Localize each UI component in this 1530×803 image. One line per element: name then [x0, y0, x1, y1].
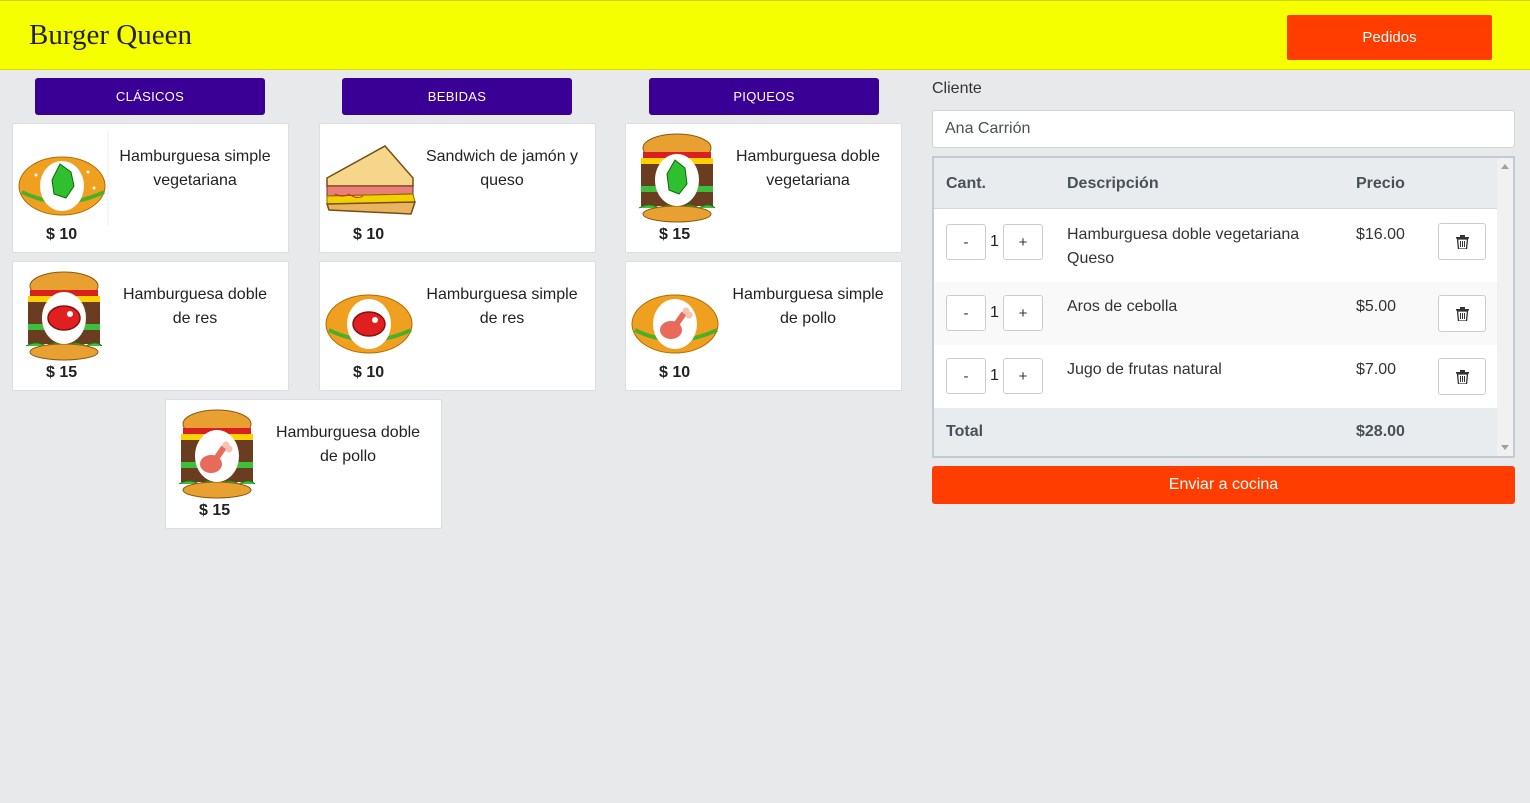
category-clasicos-button[interactable]: CLÁSICOS	[35, 78, 265, 115]
category-piqueos-button[interactable]: PIQUEOS	[649, 78, 879, 115]
menu-item-name: Hamburguesa simple vegetariana	[119, 148, 271, 189]
menu-item-price: $ 15	[659, 226, 691, 243]
menu-item-card[interactable]: Hamburguesa doble vegetariana $ 15	[625, 123, 902, 253]
menu-item-name: Hamburguesa doble de pollo	[275, 424, 421, 465]
double-chicken-burger-icon	[178, 409, 256, 499]
order-table-scrollbar[interactable]	[1497, 158, 1513, 456]
column-description-header: Descripción	[1067, 175, 1159, 192]
item-price: $5.00	[1356, 298, 1397, 315]
item-qty: 1	[990, 233, 999, 250]
order-table: Cant. Descripción Precio - 1 + Hamburgue…	[932, 156, 1515, 458]
menu-item-price: $ 10	[46, 226, 78, 243]
menu-item-price: $ 15	[199, 502, 231, 519]
increase-qty-button[interactable]: +	[1003, 224, 1043, 260]
total-label: Total	[946, 423, 984, 440]
item-price: $16.00	[1356, 226, 1405, 243]
decrease-qty-button[interactable]: -	[946, 224, 986, 260]
menu-item-name: Hamburguesa simple de res	[426, 286, 578, 327]
single-chicken-burger-icon	[631, 294, 719, 354]
trash-icon	[1456, 235, 1469, 249]
category-bebidas-button[interactable]: BEBIDAS	[342, 78, 572, 115]
send-to-kitchen-button[interactable]: Enviar a cocina	[932, 466, 1515, 504]
menu-item-name: Hamburguesa doble de res	[122, 286, 268, 327]
table-row: - 1 + Aros de cebolla $5.00	[934, 282, 1499, 345]
increase-qty-button[interactable]: +	[1003, 358, 1043, 394]
scroll-down-arrow-icon[interactable]	[1501, 445, 1509, 450]
item-description: Jugo de frutas natural	[1067, 361, 1222, 378]
client-label: Cliente	[932, 80, 982, 97]
menu-item-name: Sandwich de jamón y queso	[425, 148, 579, 189]
decrease-qty-button[interactable]: -	[946, 295, 986, 331]
delete-item-button[interactable]	[1438, 295, 1486, 332]
table-row: - 1 + Jugo de frutas natural $7.00	[934, 345, 1499, 408]
menu-item-price: $ 15	[46, 364, 78, 381]
order-total-row: Total $28.00	[934, 408, 1499, 456]
total-value: $28.00	[1356, 423, 1405, 440]
menu-item-name: Hamburguesa simple de pollo	[732, 286, 884, 327]
menu-item-price: $ 10	[353, 226, 385, 243]
double-veggie-burger-icon	[638, 133, 716, 223]
menu-item-price: $ 10	[353, 364, 385, 381]
scroll-up-arrow-icon[interactable]	[1501, 164, 1509, 169]
ham-cheese-sandwich-icon	[325, 145, 417, 215]
increase-qty-button[interactable]: +	[1003, 295, 1043, 331]
menu-item-card[interactable]: Hamburguesa doble de res $ 15	[12, 261, 289, 391]
item-description: Hamburguesa doble vegetariana Queso	[1067, 226, 1300, 267]
item-qty: 1	[990, 304, 999, 321]
menu-item-name: Hamburguesa doble vegetariana	[735, 148, 881, 189]
client-name-input[interactable]	[932, 110, 1515, 148]
order-table-header: Cant. Descripción Precio	[934, 158, 1499, 209]
item-qty: 1	[990, 367, 999, 384]
single-veggie-burger-icon	[18, 130, 109, 225]
column-qty-header: Cant.	[946, 175, 986, 192]
menu-item-card[interactable]: Sandwich de jamón y queso $ 10	[319, 123, 596, 253]
item-price: $7.00	[1356, 361, 1397, 378]
menu-item-card[interactable]: Hamburguesa simple de pollo $ 10	[625, 261, 902, 391]
trash-icon	[1456, 370, 1469, 384]
brand-title: Burger Queen	[29, 19, 192, 51]
single-beef-burger-icon	[325, 294, 413, 354]
menu-item-card[interactable]: Hamburguesa simple de res $ 10	[319, 261, 596, 391]
menu-item-card[interactable]: Hamburguesa simple vegetariana $ 10	[12, 123, 289, 253]
orders-button[interactable]: Pedidos	[1287, 15, 1492, 60]
menu-item-price: $ 10	[659, 364, 691, 381]
app-header: Burger Queen Pedidos	[0, 0, 1530, 70]
menu-item-card[interactable]: Hamburguesa doble de pollo $ 15	[165, 399, 442, 529]
item-description: Aros de cebolla	[1067, 298, 1178, 315]
delete-item-button[interactable]	[1438, 223, 1486, 260]
delete-item-button[interactable]	[1438, 358, 1486, 395]
column-price-header: Precio	[1356, 175, 1405, 192]
table-row: - 1 + Hamburguesa doble vegetariana Ques…	[934, 209, 1499, 282]
double-beef-burger-icon	[25, 271, 103, 361]
trash-icon	[1456, 307, 1469, 321]
decrease-qty-button[interactable]: -	[946, 358, 986, 394]
